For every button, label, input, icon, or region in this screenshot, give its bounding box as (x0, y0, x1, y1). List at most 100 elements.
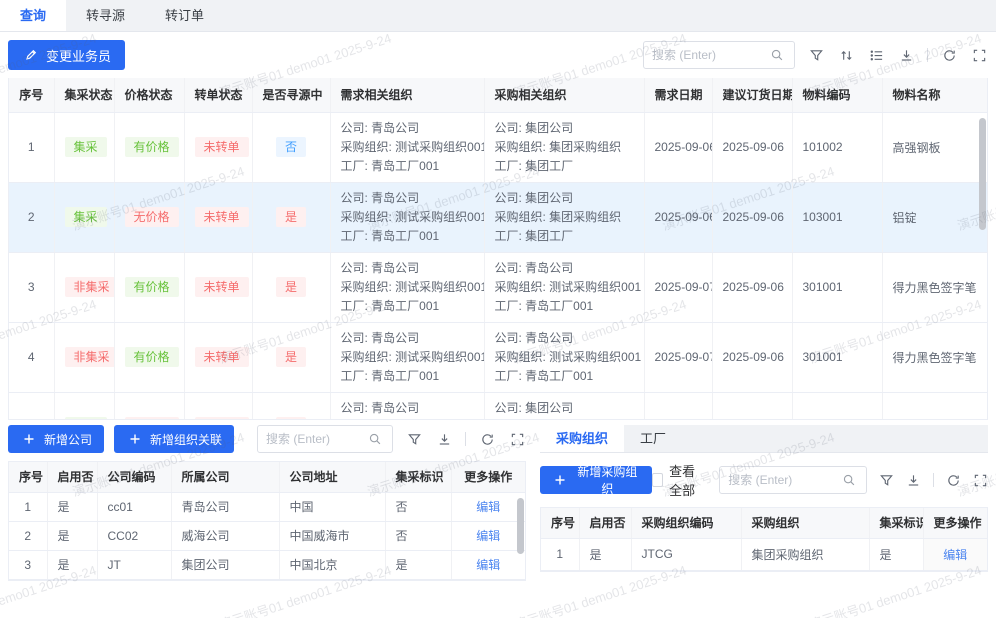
main-search-input[interactable] (652, 48, 768, 62)
sourcing-badge: 是 (276, 417, 306, 420)
table-scrollbar[interactable] (979, 118, 986, 230)
cell-company-code: CC02 (97, 521, 171, 550)
fullscreen-icon[interactable] (970, 46, 988, 64)
sourcing-badge: 是 (276, 207, 306, 227)
purchase-org-table: 序号 启用否 采购组织编码 采购组织 集采标识 更多操作 1 是 JTCG 集团… (540, 507, 988, 572)
company-search-input[interactable] (266, 432, 366, 446)
cell-suggest-date: 2025-09-06 (712, 182, 792, 252)
cell-seq: 1 (9, 492, 47, 521)
cell-material-code: 101002 (792, 112, 882, 182)
cell-purchase-org: 公司: 青岛公司 采购组织: 测试采购组织001 工厂: 青岛工厂001 (484, 322, 644, 392)
transfer-status-badge: 未转单 (195, 347, 249, 367)
cell-enabled: 是 (47, 550, 97, 579)
org-search-input[interactable] (728, 473, 840, 487)
transfer-status-badge: 未转单 (195, 277, 249, 297)
cell-company: 威海公司 (171, 521, 279, 550)
edit-link[interactable]: 编辑 (476, 529, 500, 543)
cell-company: 集团公司 (171, 550, 279, 579)
plus-icon (126, 430, 144, 448)
price-status-badge: 无价格 (125, 207, 179, 227)
cell-seq: 1 (9, 112, 54, 182)
cell-company-code: cc01 (97, 492, 171, 521)
edit-link[interactable]: 编辑 (476, 500, 500, 514)
add-purchase-org-button[interactable]: 新增采购组织 (540, 466, 652, 494)
tab-to-order[interactable]: 转订单 (145, 0, 224, 31)
table-row[interactable]: 1 是 cc01 青岛公司 中国 否 编辑 (9, 492, 525, 521)
company-table-header: 序号 启用否 公司编码 所属公司 公司地址 集采标识 更多操作 (9, 462, 525, 492)
refresh-icon[interactable] (940, 46, 958, 64)
cell-company: 青岛公司 (171, 492, 279, 521)
add-org-link-button[interactable]: 新增组织关联 (114, 425, 234, 453)
collect-status-badge: 非集采 (65, 347, 115, 367)
cell-purchase-org: 公司: 青岛公司 采购组织: 测试采购组织001 工厂: 青岛工厂001 (484, 252, 644, 322)
download-icon[interactable] (897, 46, 915, 64)
cell-demand-date: 2025-09-07 (644, 392, 712, 420)
table-scrollbar[interactable] (517, 498, 524, 554)
tab-query[interactable]: 查询 (0, 0, 66, 31)
table-row[interactable]: 5 集采 无价格 未转单 是 公司: 青岛公司 采购组织: 测试采购组织001 … (9, 392, 987, 420)
add-company-button[interactable]: 新增公司 (8, 425, 104, 453)
download-icon[interactable] (906, 471, 921, 489)
sort-icon[interactable] (837, 46, 855, 64)
view-all-checkbox-wrap[interactable]: 查看全部 (652, 461, 707, 499)
cell-seq: 5 (9, 392, 54, 420)
sourcing-badge: 是 (276, 277, 306, 297)
table-row[interactable]: 2 集采 无价格 未转单 是 公司: 青岛公司 采购组织: 测试采购组织001 … (9, 182, 987, 252)
column-list-icon[interactable] (867, 46, 885, 64)
cell-material-code: 103001 (792, 182, 882, 252)
col-collect-flag: 集采标识 (385, 462, 451, 492)
cell-enabled: 是 (579, 538, 631, 570)
search-icon[interactable] (840, 471, 858, 489)
cell-purchase-org: 公司: 集团公司 采购组织: 集团采购组织 工厂: 集团工厂 (484, 112, 644, 182)
col-suggest-date: 建议订货日期 (712, 78, 792, 112)
change-salesman-button[interactable]: 变更业务员 (8, 40, 125, 70)
cell-suggest-date: 2025-09-07 (712, 392, 792, 420)
tab-to-sourcing[interactable]: 转寻源 (66, 0, 145, 31)
cell-seq: 3 (9, 550, 47, 579)
fullscreen-icon[interactable] (973, 471, 988, 489)
company-table: 序号 启用否 公司编码 所属公司 公司地址 集采标识 更多操作 1 是 cc01 (8, 461, 526, 581)
col-collect-status: 集采状态 (54, 78, 114, 112)
filter-icon[interactable] (807, 46, 825, 64)
col-purchase-org: 采购相关组织 (484, 78, 644, 112)
cell-enabled: 是 (47, 521, 97, 550)
view-all-checkbox[interactable] (652, 473, 663, 487)
table-row[interactable]: 4 非集采 有价格 未转单 是 公司: 青岛公司 采购组织: 测试采购组织001… (9, 322, 987, 392)
download-icon[interactable] (435, 430, 453, 448)
refresh-icon[interactable] (478, 430, 496, 448)
cell-material-name: 铝锭 (882, 182, 987, 252)
col-address: 公司地址 (279, 462, 385, 492)
search-icon[interactable] (366, 430, 384, 448)
col-company: 所属公司 (171, 462, 279, 492)
price-status-badge: 有价格 (125, 277, 179, 297)
tab-factory[interactable]: 工厂 (624, 425, 682, 452)
tab-purchase-org[interactable]: 采购组织 (540, 425, 624, 452)
cell-collect-flag: 是 (869, 538, 923, 570)
cell-material-name: 得力黑色签字笔 (882, 252, 987, 322)
cell-seq: 4 (9, 322, 54, 392)
table-row[interactable]: 2 是 CC02 威海公司 中国威海市 否 编辑 (9, 521, 525, 550)
edit-link[interactable]: 编辑 (943, 548, 967, 562)
table-row[interactable]: 1 是 JTCG 集团采购组织 是 编辑 (541, 538, 987, 570)
filter-icon[interactable] (405, 430, 423, 448)
filter-icon[interactable] (879, 471, 894, 489)
col-seq: 序号 (541, 508, 579, 538)
col-seq: 序号 (9, 462, 47, 492)
edit-link[interactable]: 编辑 (476, 558, 500, 572)
col-transfer-status: 转单状态 (184, 78, 252, 112)
search-icon[interactable] (768, 46, 786, 64)
col-org-code: 采购组织编码 (631, 508, 741, 538)
cell-demand-org: 公司: 青岛公司 采购组织: 测试采购组织001 工厂: 青岛工厂001 (330, 252, 484, 322)
table-row[interactable]: 3 非集采 有价格 未转单 是 公司: 青岛公司 采购组织: 测试采购组织001… (9, 252, 987, 322)
collect-status-badge: 集采 (65, 207, 107, 227)
refresh-icon[interactable] (946, 471, 961, 489)
cell-material-code: 301001 (792, 322, 882, 392)
table-row[interactable]: 3 是 JT 集团公司 中国北京 是 编辑 (9, 550, 525, 579)
fullscreen-icon[interactable] (508, 430, 526, 448)
cell-demand-date: 2025-09-07 (644, 252, 712, 322)
plus-icon (20, 430, 38, 448)
purchase-org-table-header: 序号 启用否 采购组织编码 采购组织 集采标识 更多操作 (541, 508, 987, 538)
cell-org-code: JTCG (631, 538, 741, 570)
table-row[interactable]: 1 集采 有价格 未转单 否 公司: 青岛公司 采购组织: 测试采购组织001 … (9, 112, 987, 182)
main-toolbar: 变更业务员 (0, 32, 996, 78)
